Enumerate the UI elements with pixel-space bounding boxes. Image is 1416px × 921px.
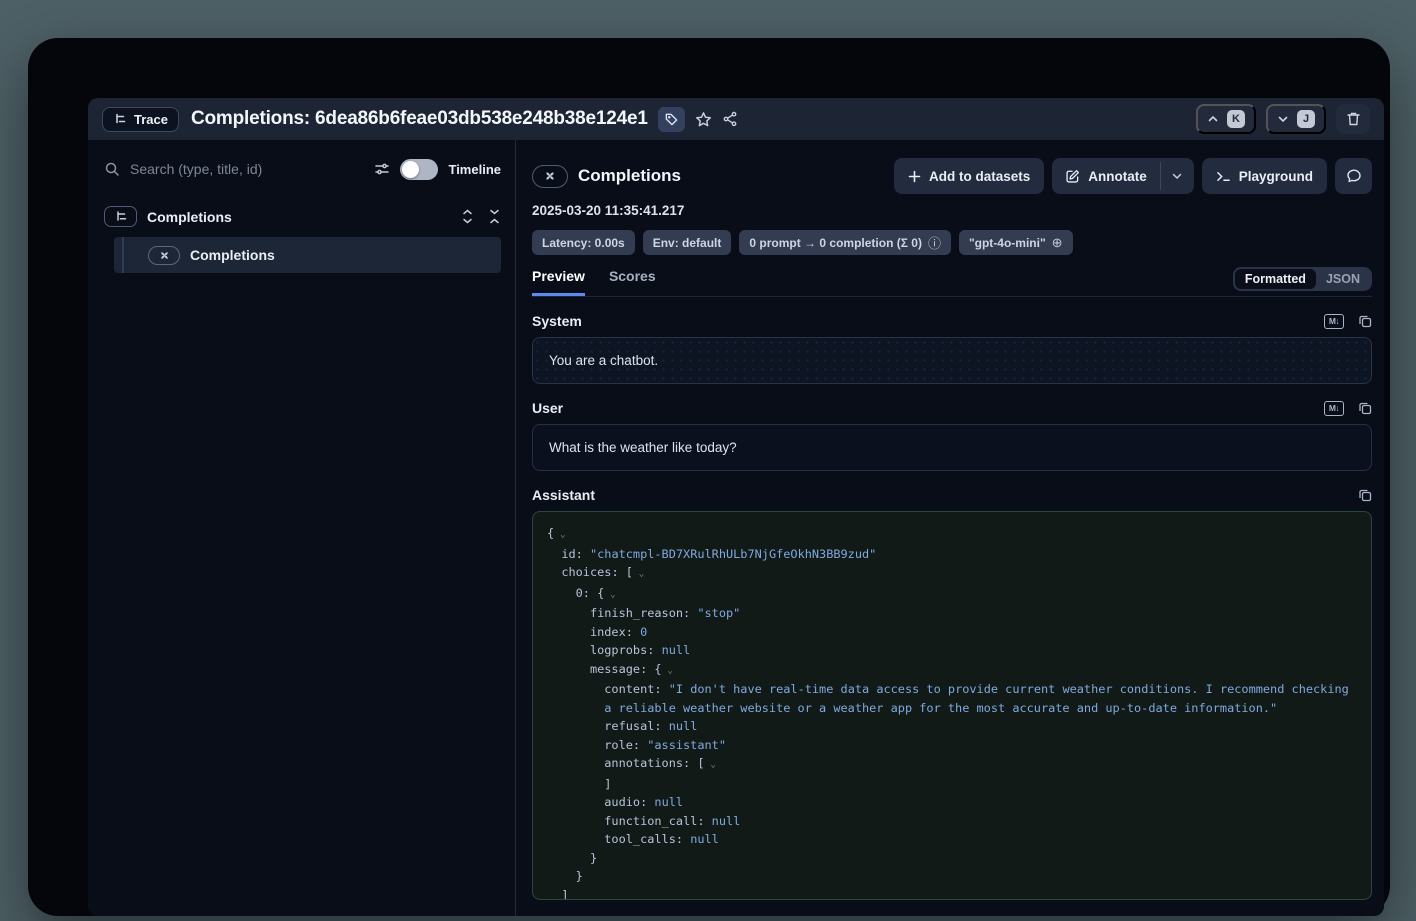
- model-badge[interactable]: "gpt-4o-mini"⊕: [959, 230, 1073, 255]
- share-icon: [722, 111, 738, 127]
- assistant-json-code: { ⌄ id: "chatcmpl-BD7XRulRhULb7NjGfeOkhN…: [547, 524, 1357, 900]
- observation-timestamp: 2025-03-20 11:35:41.217: [532, 203, 1372, 218]
- chevron-up-icon: [1207, 113, 1219, 125]
- tree-root-row[interactable]: Completions: [104, 206, 501, 227]
- chevron-down-icon: [1171, 170, 1183, 182]
- assistant-json-box: { ⌄ id: "chatcmpl-BD7XRulRhULb7NjGfeOkhN…: [532, 511, 1372, 900]
- observation-detail: Completions Add to datasets An: [516, 140, 1384, 916]
- user-message-box: What is the weather like today?: [532, 424, 1372, 471]
- timeline-toggle[interactable]: [400, 159, 438, 180]
- shortcut-key-j: J: [1297, 110, 1315, 128]
- share-button[interactable]: [722, 111, 738, 127]
- tab-scores[interactable]: Scores: [609, 268, 656, 296]
- tree-item-completions-selected[interactable]: Completions: [114, 237, 501, 273]
- collapse-all-icon[interactable]: [488, 209, 501, 224]
- annotate-button[interactable]: Annotate: [1052, 158, 1160, 194]
- markdown-toggle-icon[interactable]: M↓: [1324, 401, 1344, 416]
- tree-root-label: Completions: [147, 209, 232, 225]
- page-title: Completions: 6dea86b6feae03db538e248b38e…: [191, 108, 648, 130]
- generation-spark-icon: [148, 246, 180, 265]
- trace-tree-icon: [104, 206, 137, 227]
- add-to-datasets-button[interactable]: Add to datasets: [894, 158, 1044, 194]
- search-input[interactable]: [130, 161, 364, 177]
- annotate-pencil-icon: [1065, 169, 1080, 184]
- tag-icon: [664, 112, 679, 127]
- delete-trace-button[interactable]: [1336, 104, 1370, 134]
- trace-type-badge: Trace: [102, 107, 179, 132]
- user-message-text: What is the weather like today?: [549, 440, 737, 455]
- next-trace-button[interactable]: J: [1266, 104, 1326, 134]
- annotate-button-group: Annotate: [1052, 158, 1194, 194]
- content-area: Timeline Completions: [88, 140, 1384, 916]
- system-section-header: System M↓: [532, 313, 1372, 329]
- assistant-section-header: Assistant: [532, 487, 1372, 503]
- system-label: System: [532, 313, 582, 329]
- info-icon: ⓘ: [928, 233, 941, 252]
- system-message-text: You are a chatbot.: [549, 353, 658, 368]
- star-icon: [695, 111, 712, 128]
- search-row: Timeline: [104, 154, 501, 184]
- annotate-dropdown-button[interactable]: [1161, 158, 1194, 194]
- action-buttons: Add to datasets Annotate: [894, 158, 1372, 194]
- metadata-badges: Latency: 0.00s Env: default 0 prompt → 0…: [532, 230, 1372, 255]
- terminal-icon: [1216, 170, 1231, 183]
- comment-bubble-icon: [1346, 168, 1362, 184]
- trace-sidebar: Timeline Completions: [88, 140, 516, 916]
- markdown-toggle-icon[interactable]: M↓: [1324, 314, 1344, 329]
- user-section-header: User M↓: [532, 400, 1372, 416]
- observation-header: Completions Add to datasets An: [532, 158, 1372, 194]
- detail-tabs: Preview Scores Formatted JSON: [532, 267, 1372, 297]
- trace-view: Trace Completions: 6dea86b6feae03db538e2…: [88, 98, 1384, 916]
- user-label: User: [532, 400, 563, 416]
- copy-icon[interactable]: [1358, 314, 1372, 328]
- expand-all-icon[interactable]: [461, 209, 474, 224]
- tag-button[interactable]: [658, 107, 685, 132]
- generation-spark-icon: [532, 165, 568, 188]
- copy-icon[interactable]: [1358, 401, 1372, 415]
- latency-badge: Latency: 0.00s: [532, 230, 635, 255]
- chevron-down-icon: [1277, 113, 1289, 125]
- trace-badge-label: Trace: [134, 112, 168, 127]
- comments-button[interactable]: [1335, 158, 1372, 194]
- system-message-box: You are a chatbot.: [532, 337, 1372, 384]
- token-usage-badge[interactable]: 0 prompt → 0 completion (Σ 0)ⓘ: [739, 230, 951, 255]
- format-option-json[interactable]: JSON: [1316, 269, 1370, 289]
- plus-icon: [908, 170, 921, 183]
- env-badge: Env: default: [643, 230, 732, 255]
- tab-preview[interactable]: Preview: [532, 268, 585, 296]
- circle-plus-icon: ⊕: [1052, 235, 1063, 251]
- observation-title: Completions: [578, 166, 681, 186]
- app-window: Trace Completions: 6dea86b6feae03db538e2…: [28, 38, 1390, 916]
- format-switcher: Formatted JSON: [1233, 267, 1372, 291]
- format-option-formatted[interactable]: Formatted: [1235, 269, 1316, 289]
- prev-trace-button[interactable]: K: [1196, 104, 1256, 134]
- playground-button[interactable]: Playground: [1202, 158, 1327, 194]
- trace-tree-icon: [113, 112, 127, 126]
- filter-sliders-icon[interactable]: [374, 161, 390, 177]
- top-bar: Trace Completions: 6dea86b6feae03db538e2…: [88, 98, 1384, 140]
- shortcut-key-k: K: [1227, 110, 1245, 128]
- assistant-label: Assistant: [532, 487, 595, 503]
- trash-icon: [1346, 111, 1361, 127]
- timeline-toggle-label: Timeline: [448, 162, 501, 177]
- tree-item-label: Completions: [190, 247, 275, 263]
- favorite-button[interactable]: [695, 111, 712, 128]
- search-icon: [104, 161, 120, 177]
- copy-icon[interactable]: [1358, 488, 1372, 502]
